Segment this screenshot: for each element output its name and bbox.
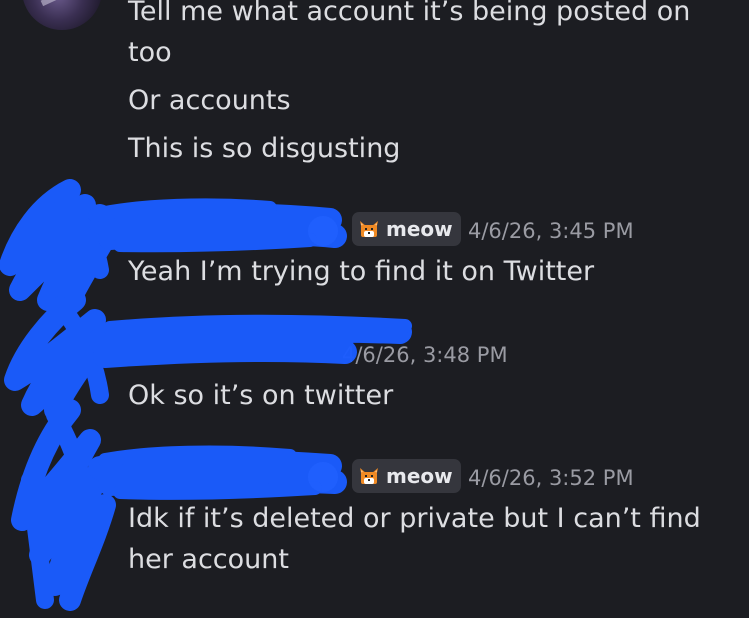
username-redacted[interactable] [308, 462, 338, 492]
role-tag-label: meow [386, 217, 453, 241]
fox-face-icon [360, 468, 378, 484]
message-text: Yeah I’m trying to find it on Twitter [128, 256, 595, 287]
message-text: Idk if it’s deleted or private but I can… [128, 503, 701, 534]
avatar[interactable] [22, 0, 102, 30]
timestamp: 4/6/26, 3:48 PM [342, 343, 508, 367]
username-redacted[interactable] [308, 216, 338, 246]
timestamp: 4/6/26, 3:45 PM [468, 219, 634, 243]
role-tag[interactable]: meow [352, 212, 461, 246]
message-text: her account [128, 544, 289, 575]
message-text: Tell me what account it’s being posted o… [128, 0, 691, 27]
message-text: Ok so it’s on twitter [128, 380, 394, 411]
fox-face-icon [360, 221, 378, 237]
message-text: too [128, 37, 172, 68]
message-text: Or accounts [128, 85, 291, 116]
role-tag[interactable]: meow [352, 459, 461, 493]
role-tag-label: meow [386, 464, 453, 488]
timestamp: 4/6/26, 3:52 PM [468, 466, 634, 490]
message-text: This is so disgusting [128, 133, 401, 164]
